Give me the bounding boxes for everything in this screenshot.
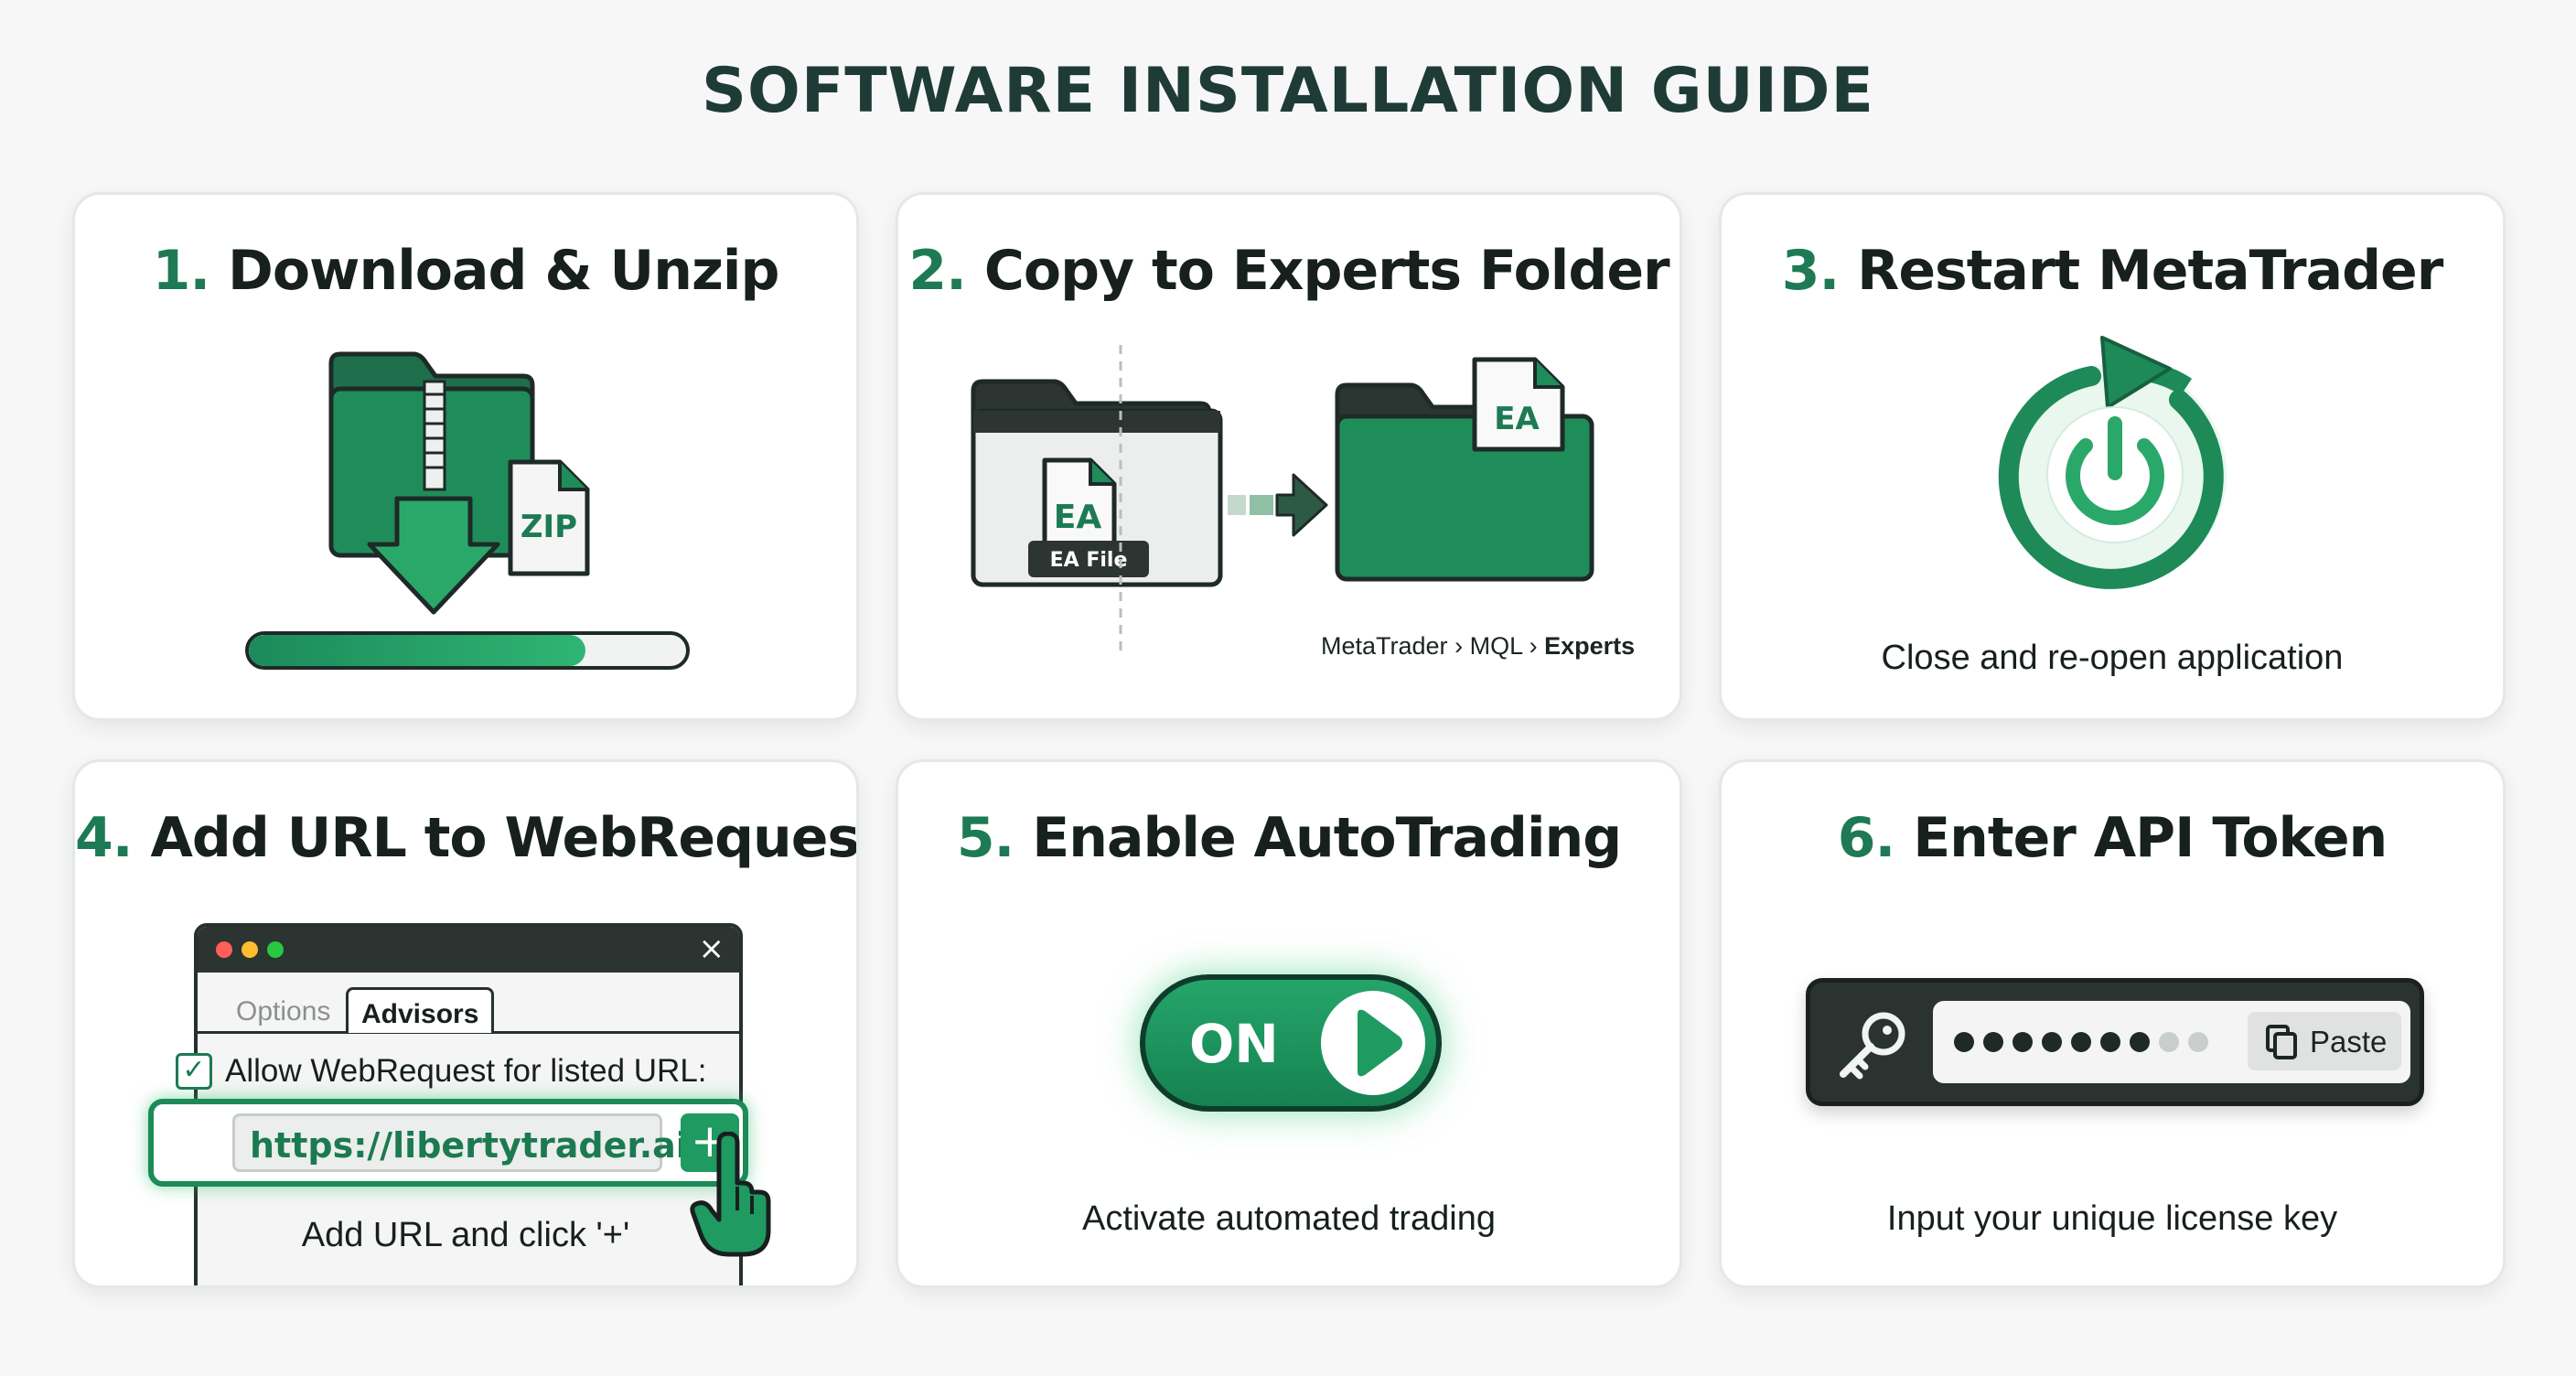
- step-title-text: Enter API Token: [1913, 806, 2388, 870]
- masked-dot-filled: [2042, 1032, 2062, 1052]
- masked-dot-empty: [2159, 1032, 2179, 1052]
- step-caption: Add URL and click '+': [301, 1216, 630, 1254]
- window-maximize-dot[interactable]: [267, 941, 284, 958]
- masked-dot-filled: [2100, 1032, 2120, 1052]
- allow-webrequest-label: Allow WebRequest for listed URL:: [225, 1053, 707, 1089]
- ea-file-label-big: EA: [1054, 499, 1102, 536]
- step-number: 2.: [908, 239, 967, 303]
- download-progress-fill: [249, 635, 586, 666]
- step-card-webrequest: 4. Add URL to WebRequest × Options Advis…: [72, 759, 859, 1288]
- masked-dot-filled: [2130, 1032, 2150, 1052]
- close-icon[interactable]: ×: [699, 930, 725, 967]
- play-icon: [1358, 1009, 1402, 1077]
- restart-power-icon: [1998, 336, 2227, 589]
- api-token-bar: Paste: [1806, 978, 2424, 1106]
- page-title: SOFTWARE INSTALLATION GUIDE: [702, 55, 1874, 127]
- path-segment: MQL: [1469, 632, 1523, 660]
- step-title: 2. Copy to Experts Folder: [898, 239, 1680, 303]
- step-number: 5.: [956, 806, 1015, 870]
- step-title-text: Add URL to WebRequest: [150, 806, 859, 870]
- masked-dot-empty: [2188, 1032, 2208, 1052]
- window-close-dot[interactable]: [216, 941, 232, 958]
- path-segment: MetaTrader: [1321, 632, 1448, 660]
- step-card-download: 1. Download & Unzip ZIP: [72, 192, 859, 721]
- paste-button[interactable]: Paste: [2248, 1012, 2401, 1070]
- key-icon: [1840, 1012, 1905, 1080]
- divider-dashed-line: [1119, 345, 1122, 656]
- step-card-api-token: 6. Enter API Token Paste Input your uniq…: [1719, 759, 2506, 1288]
- window-minimize-dot[interactable]: [242, 941, 258, 958]
- url-value: https://libertytrader.ai: [250, 1125, 688, 1166]
- ea-file-label-small: EA: [1494, 401, 1540, 437]
- experts-path: MetaTrader › MQL › Experts: [1321, 632, 1635, 661]
- step-caption: Activate automated trading: [1081, 1199, 1497, 1238]
- step-title: 3. Restart MetaTrader: [1722, 239, 2503, 303]
- installation-guide-page: SOFTWARE INSTALLATION GUIDE 1. Download …: [0, 0, 2576, 1376]
- step-number: 6.: [1837, 806, 1896, 870]
- masked-dot-filled: [1954, 1032, 1974, 1052]
- step-title: 4. Add URL to WebRequest: [75, 806, 856, 870]
- path-segment-active: Experts: [1544, 632, 1636, 660]
- toggle-state-label: ON: [1189, 1013, 1279, 1075]
- tab-advisors[interactable]: Advisors: [346, 987, 495, 1033]
- step-title-text: Download & Unzip: [228, 239, 779, 303]
- step-number: 3.: [1781, 239, 1841, 303]
- autotrading-toggle[interactable]: ON: [1140, 974, 1442, 1112]
- masked-dot-filled: [2012, 1032, 2033, 1052]
- experts-folder-icon: EA: [1335, 357, 1594, 582]
- step-title: 1. Download & Unzip: [75, 239, 856, 303]
- masked-dot-filled: [2071, 1032, 2091, 1052]
- allow-webrequest-checkbox[interactable]: ✓: [176, 1053, 212, 1090]
- zip-folder-download-icon: ZIP: [328, 351, 590, 615]
- url-input[interactable]: https://libertytrader.ai: [232, 1113, 688, 1172]
- step-card-autotrading: 5. Enable AutoTrading ON Activate automa…: [896, 759, 1682, 1288]
- path-separator: ›: [1529, 632, 1538, 660]
- step-card-copy: 2. Copy to Experts Folder EA EA File EA …: [896, 192, 1682, 721]
- step-title: 5. Enable AutoTrading: [898, 806, 1680, 870]
- toggle-knob: [1321, 991, 1425, 1095]
- step-title-text: Copy to Experts Folder: [983, 239, 1670, 303]
- zip-label: ZIP: [521, 509, 577, 545]
- step-caption: Close and re-open application: [1881, 639, 2344, 677]
- clipboard-copy-icon: [2266, 1025, 2297, 1059]
- step-caption: Input your unique license key: [1886, 1199, 2338, 1238]
- step-number: 4.: [75, 806, 134, 870]
- masked-token-dots: [1954, 1032, 2208, 1052]
- step-title: 6. Enter API Token: [1722, 806, 2503, 870]
- step-number: 1.: [152, 239, 211, 303]
- step-title-text: Enable AutoTrading: [1032, 806, 1622, 870]
- path-separator: ›: [1454, 632, 1464, 660]
- tab-options[interactable]: Options: [223, 987, 343, 1033]
- step-title-text: Restart MetaTrader: [1857, 239, 2443, 303]
- download-progress-bar: [245, 631, 690, 670]
- url-entry-box: https://libertytrader.ai +: [148, 1099, 748, 1187]
- step-card-restart: 3. Restart MetaTrader Close and re-open …: [1719, 192, 2506, 721]
- api-token-input[interactable]: Paste: [1933, 1001, 2410, 1083]
- paste-label: Paste: [2310, 1025, 2388, 1059]
- arrow-right-icon: [1228, 473, 1328, 537]
- masked-dot-filled: [1983, 1032, 2003, 1052]
- window-titlebar: ×: [198, 927, 739, 973]
